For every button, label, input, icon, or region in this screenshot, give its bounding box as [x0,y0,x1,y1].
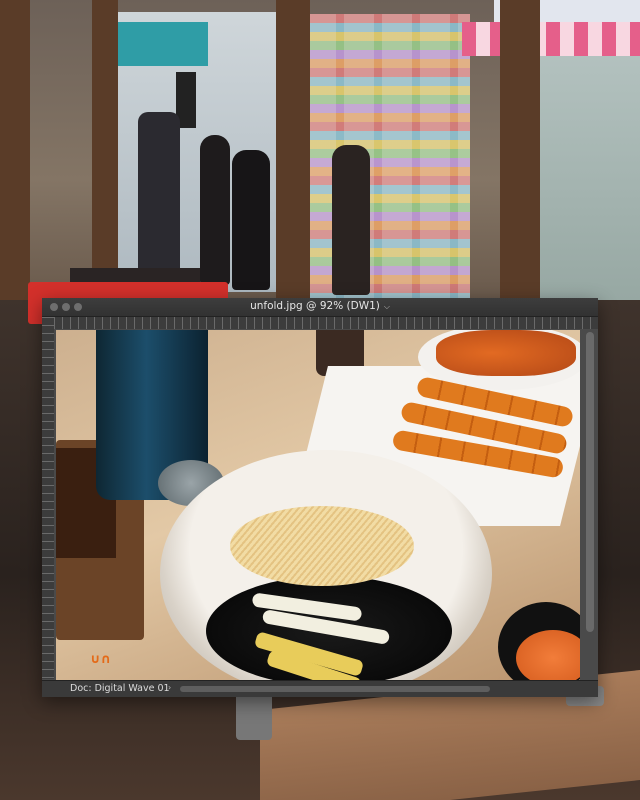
title-bar[interactable]: unfold.jpg @ 92% (DW1) ⌵ [42,298,598,317]
document-window[interactable]: unfold.jpg @ 92% (DW1) ⌵ ∪∩ Doc: Digital … [42,298,598,697]
vertical-scrollbar[interactable] [586,332,594,632]
person-right [332,145,370,295]
horizontal-ruler[interactable] [54,317,598,329]
noodles [230,506,414,586]
person-middle [232,150,270,290]
standee-poster [138,112,180,282]
doc-info[interactable]: Doc: Digital Wave 01 [70,683,170,694]
vertical-ruler[interactable] [42,317,54,679]
window-frame [0,0,30,300]
storefront-right [462,0,640,300]
graffiti-wall [306,14,470,298]
window-frame [276,0,310,300]
window-title: unfold.jpg @ 92% (DW1) ⌵ [42,300,598,312]
striped-awning [462,22,640,56]
chevron-right-icon[interactable]: › [168,683,171,692]
person-left [200,135,230,285]
horizontal-scrollbar[interactable] [180,686,490,692]
teal-sign [118,22,208,66]
document-title: unfold.jpg @ 92% (DW1) [250,300,380,312]
tteokbokki [436,330,576,376]
overlay-logo: ∪∩ [90,652,112,667]
chevron-down-icon[interactable]: ⌵ [384,302,390,311]
image-canvas[interactable]: ∪∩ [56,330,580,680]
window-frame [500,0,540,300]
kimchi [516,630,580,680]
bench-post [236,692,272,740]
window-frame [92,0,118,300]
status-bar: Doc: Digital Wave 01 › [42,680,598,697]
